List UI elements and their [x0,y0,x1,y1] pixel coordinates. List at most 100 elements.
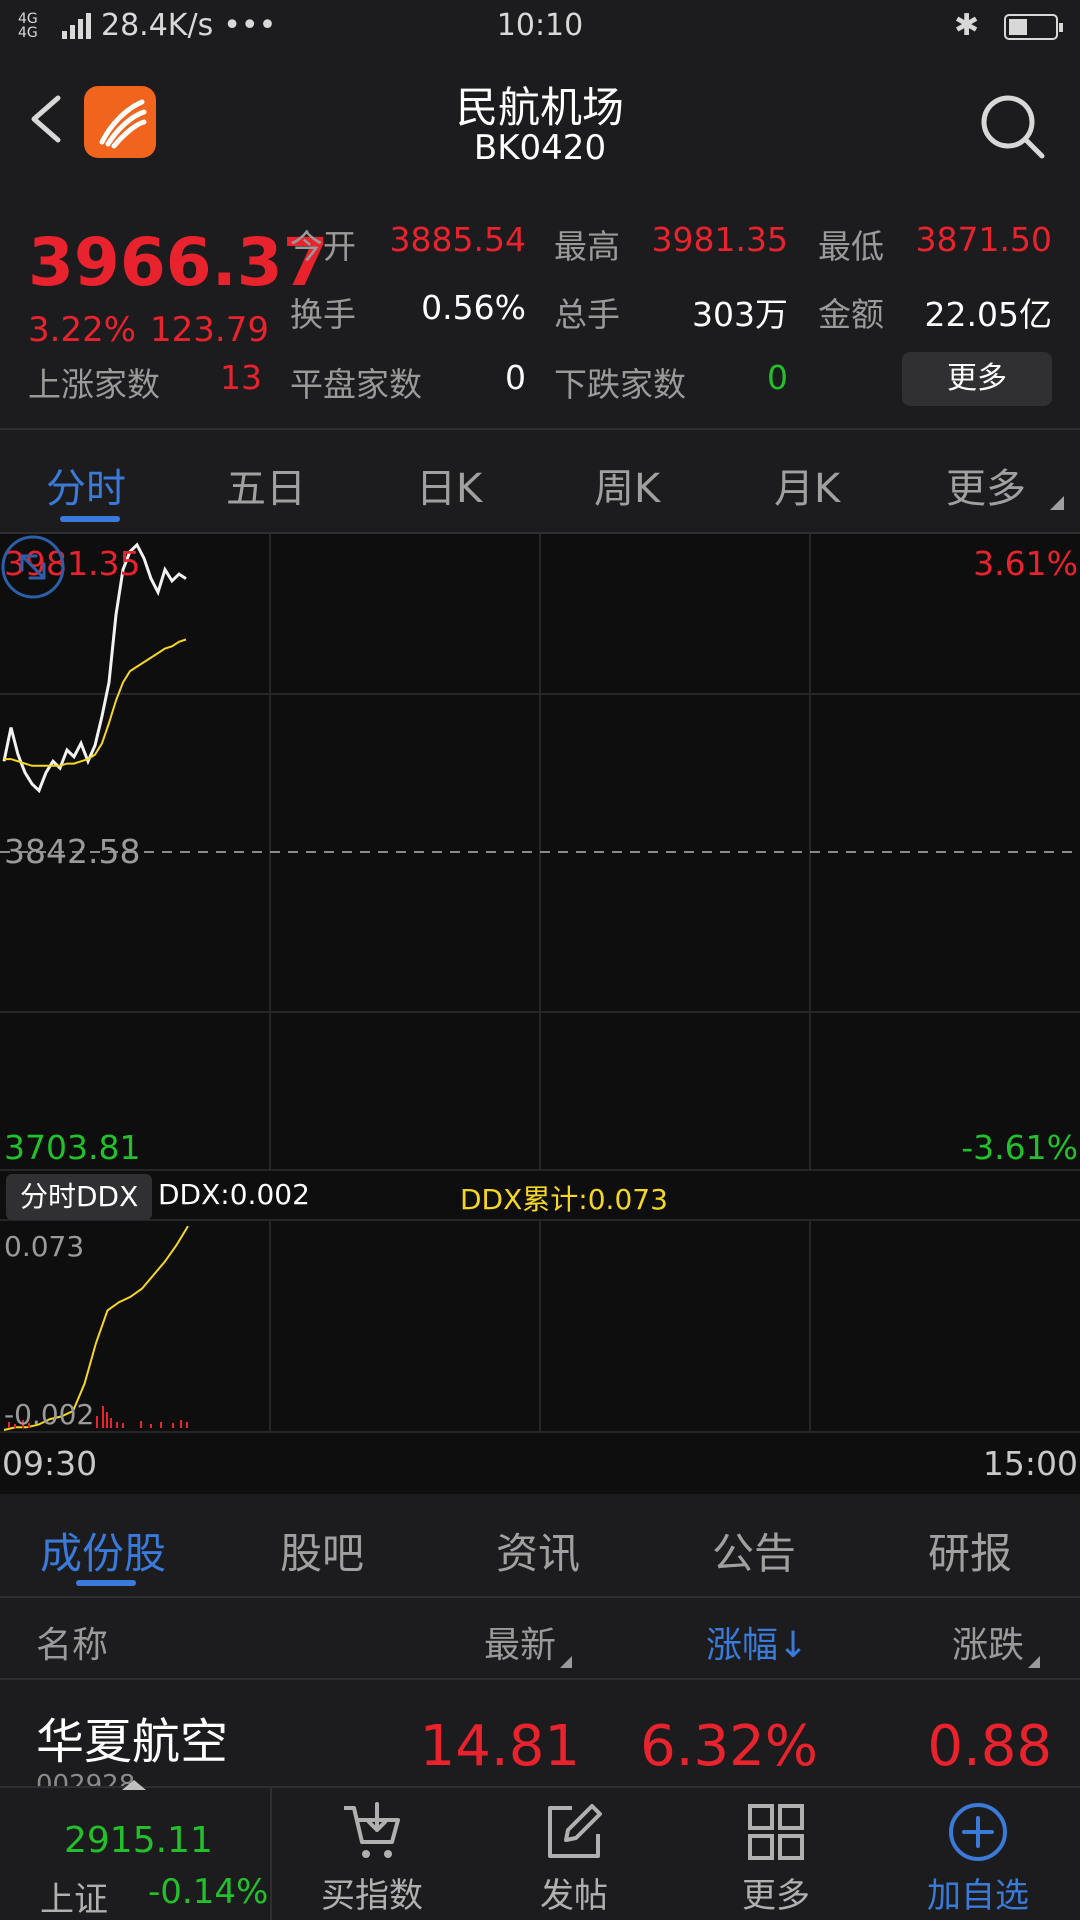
ddx-bar [180,1420,182,1428]
ddx-top-label: 0.073 [4,1230,85,1263]
divider [0,428,1080,430]
volume-label: 总手 [554,295,620,334]
active-section-indicator [76,1580,136,1586]
amount-value: 22.05亿 [924,295,1052,334]
tab-weekly-k[interactable]: 周K [594,456,660,514]
tab-five-day[interactable]: 五日 [226,456,306,514]
grid-icon [748,1804,804,1860]
stock-change: 0.88 [927,1714,1052,1779]
more-menu-button[interactable]: 更多 [676,1788,876,1920]
volume-value: 303万 [692,295,788,334]
ddx-cumulative: DDX累计:0.073 [460,1183,668,1216]
battery-icon [1004,14,1063,40]
expand-index-icon[interactable] [122,1780,146,1790]
high-label: 最高 [554,227,620,266]
sort-icon [560,1656,573,1668]
tab-announcements[interactable]: 公告 [712,1520,796,1581]
ddx-bar [116,1422,118,1428]
add-watchlist-label: 加自选 [927,1876,1029,1916]
intraday-chart[interactable]: 3981.35 3.61% 3842.58 3703.81 -3.61% 分时D… [0,534,1080,1494]
quote-panel: 3966.37 3.22% 123.79 今开 3885.54 最高 3981.… [0,206,1080,426]
tab-monthly-k[interactable]: 月K [774,456,840,514]
change-amount: 123.79 [150,310,269,350]
ddx-bar [172,1423,174,1428]
column-change-percent[interactable]: 涨幅↓ [706,1616,808,1668]
flat-count-value: 0 [505,358,526,397]
ddx-bottom-label: -0.002 [4,1398,95,1431]
page-title: 民航机场 [455,83,624,132]
turnover-value: 0.56% [421,288,526,327]
open-label: 今开 [290,227,356,266]
ddx-bar [102,1406,104,1428]
sort-icon [1028,1656,1041,1668]
add-circle-icon [949,1803,1007,1861]
table-header: 名称 最新 涨幅↓ 涨跌 [0,1598,1080,1678]
ddx-bar [160,1422,162,1428]
tab-daily-k[interactable]: 日K [416,456,482,514]
time-end: 15:00 [982,1444,1078,1483]
column-name: 名称 [36,1625,109,1666]
stock-change-percent: 6.32% [640,1714,818,1779]
tab-news[interactable]: 资讯 [496,1520,580,1581]
expand-chart-icon[interactable] [0,534,66,600]
post-button[interactable]: 发帖 [474,1788,674,1920]
index-name: 上证 [40,1880,108,1920]
header: 民航机场 BK0420 [0,56,1080,176]
chart-canvas [0,534,1080,1433]
up-count-value: 13 [220,358,262,397]
bluetooth-icon: ✱ [954,8,980,43]
more-menu-label: 更多 [742,1876,810,1916]
stock-code: 002928 [36,1770,136,1786]
flat-count-label: 平盘家数 [290,365,422,404]
down-count-label: 下跌家数 [554,365,686,404]
status-bar: 4G 4G 28.4K/s ••• 10:10 ✱ [0,0,1080,56]
low-value: 3871.50 [915,220,1052,259]
chart-mid-price: 3842.58 [4,832,141,871]
ddx-value: DDX:0.002 [158,1178,310,1211]
ddx-bar [186,1422,188,1428]
index-value[interactable]: 2915.11 [64,1820,213,1861]
ddx-bar [106,1412,108,1428]
stock-latest: 14.81 [419,1714,580,1779]
current-price: 3966.37 [28,224,329,301]
column-latest-label: 最新 [484,1625,557,1666]
post-label: 发帖 [540,1876,608,1916]
turnover-label: 换手 [290,295,356,334]
down-count-value: 0 [767,358,788,397]
column-latest[interactable]: 最新 [484,1616,573,1668]
add-watchlist-button[interactable]: 加自选 [878,1788,1078,1920]
up-count-label: 上涨家数 [28,365,160,404]
buy-index-label: 买指数 [321,1876,423,1916]
chart-bottom-percent: -3.61% [961,1128,1078,1167]
cart-icon [344,1802,400,1858]
edit-icon [548,1804,602,1858]
more-quote-button[interactable]: 更多 [902,352,1052,406]
ddx-bar [140,1421,142,1428]
chart-top-percent: 3.61% [973,544,1078,583]
search-icon[interactable] [978,92,1048,162]
low-label: 最低 [818,227,884,266]
tab-forum[interactable]: 股吧 [280,1520,364,1581]
tab-intraday[interactable]: 分时 [46,456,126,514]
ddx-indicator-button[interactable]: 分时DDX [6,1174,153,1220]
ddx-bar [150,1424,152,1428]
amount-label: 金额 [818,295,884,334]
buy-index-button[interactable]: 买指数 [272,1788,472,1920]
stock-name: 华夏航空 [36,1714,229,1770]
ddx-bar [110,1418,112,1428]
column-change[interactable]: 涨跌 [952,1616,1041,1668]
time-start: 09:30 [2,1444,98,1483]
tab-constituents[interactable]: 成份股 [40,1520,166,1581]
tab-more[interactable]: 更多 [946,456,1026,514]
index-change: -0.14% [148,1872,269,1912]
more-tab-triangle-icon [1050,496,1064,510]
bottom-bar: 2915.11 上证 -0.14% 买指数 发帖 更多 加自选 [0,1780,1080,1920]
chart-bottom-price: 3703.81 [4,1128,141,1167]
table-row[interactable]: 华夏航空 002928 14.81 6.32% 0.88 [0,1680,1080,1786]
tab-research[interactable]: 研报 [928,1520,1012,1581]
active-tab-indicator [60,516,120,522]
column-change-label: 涨跌 [952,1625,1025,1666]
section-tabs: 成份股 股吧 资讯 公告 研报 [0,1494,1080,1598]
change-percent: 3.22% [28,310,137,350]
sector-code: BK0420 [473,128,607,168]
